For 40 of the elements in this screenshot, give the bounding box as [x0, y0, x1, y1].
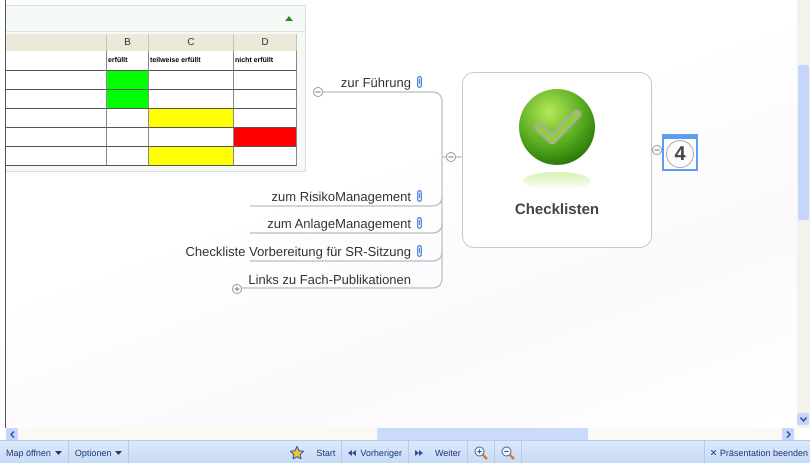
star-icon: [290, 446, 304, 459]
start-button[interactable]: Start: [284, 441, 342, 463]
collapse-icon[interactable]: [446, 152, 456, 162]
topic-label[interactable]: zum RisikoManagement: [272, 188, 411, 204]
attachment-icon[interactable]: [417, 190, 422, 202]
topic-label[interactable]: Checkliste Vorbereitung für SR-Sitzung: [186, 244, 411, 258]
attachment-icon[interactable]: [417, 76, 422, 88]
caret-icon: [54, 450, 62, 454]
menu-button[interactable]: Optionen: [68, 441, 130, 463]
subtopic-node[interactable]: 4: [662, 134, 698, 171]
collapse-icon[interactable]: [652, 145, 662, 155]
menu-button[interactable]: Map öffnen: [0, 441, 69, 463]
scroll-down-icon[interactable]: [797, 413, 809, 425]
zoom-in-icon: [474, 446, 488, 460]
previous-button[interactable]: Vorheriger: [342, 441, 409, 463]
topic-label[interactable]: zum AnlageManagement: [267, 216, 411, 230]
collapse-arrow-icon[interactable]: [285, 16, 293, 21]
attachment-icon[interactable]: [417, 245, 422, 257]
fast-forward-icon: [414, 450, 423, 456]
scroll-right-icon[interactable]: [782, 428, 794, 440]
expand-icon[interactable]: [232, 284, 242, 294]
topic-label[interactable]: zur Führung: [340, 74, 411, 90]
column-header: B: [107, 34, 149, 51]
attachment-icon[interactable]: [417, 217, 422, 229]
scroll-thumb[interactable]: [377, 428, 588, 440]
central-topic[interactable]: Checklisten: [462, 72, 652, 248]
rewind-icon: [348, 450, 356, 456]
close-icon: [710, 450, 716, 455]
end-presentation-button[interactable]: Präsentation beenden: [704, 441, 810, 463]
scroll-thumb[interactable]: [798, 65, 809, 220]
caret-icon: [115, 450, 122, 454]
topic-title: Checklisten: [514, 201, 600, 218]
next-button[interactable]: Weiter: [408, 441, 468, 463]
topic-label[interactable]: Links zu Fach-Publikationen: [248, 272, 411, 286]
vertical-scrollbar[interactable]: [797, 0, 810, 428]
column-header: C: [149, 34, 234, 51]
scroll-left-icon[interactable]: [6, 428, 18, 440]
collapse-icon[interactable]: [313, 87, 323, 97]
column-header: D: [234, 34, 297, 51]
zoom-out-icon: [500, 446, 515, 460]
